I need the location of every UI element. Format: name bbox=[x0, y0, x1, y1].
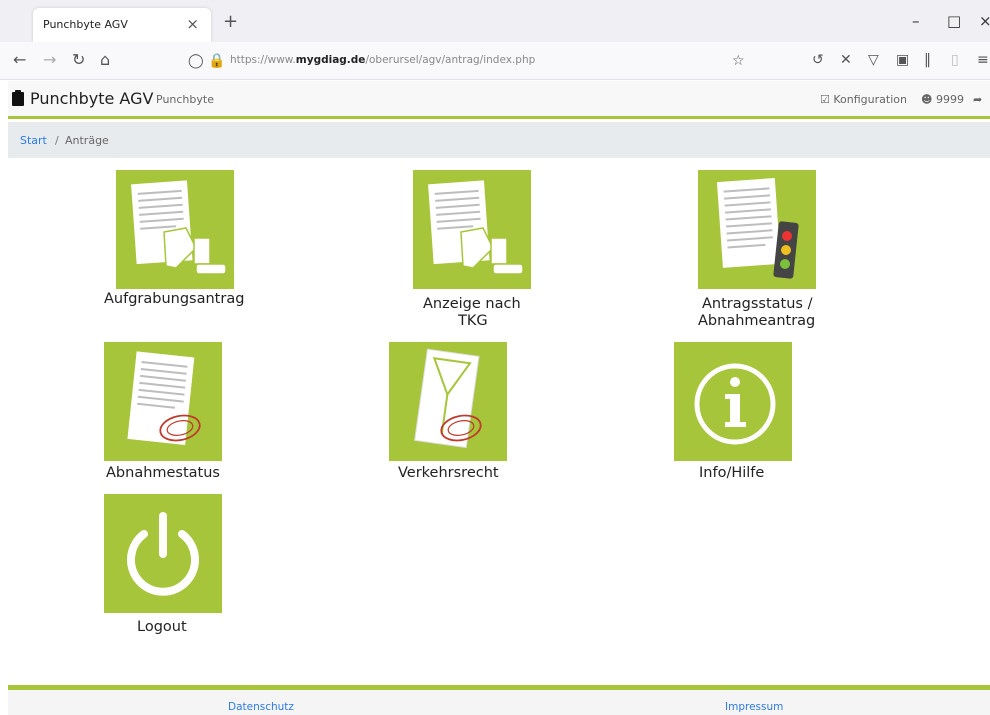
browser-tab[interactable]: Punchbyte AGV × bbox=[33, 8, 211, 42]
info-icon[interactable] bbox=[674, 342, 792, 461]
pocket-icon[interactable]: ▽ bbox=[868, 53, 879, 67]
tile-label[interactable]: Abnahmestatus bbox=[106, 465, 220, 482]
tab-title: Punchbyte AGV bbox=[43, 18, 128, 31]
browser-nav-bar: ← → ↻ ⌂ ◯ 🔒 https://www.mygdiag.de/oberu… bbox=[0, 42, 990, 80]
tile-label-line2[interactable]: Abnahmeantrag bbox=[698, 313, 815, 330]
tile-label[interactable]: Logout bbox=[137, 619, 187, 636]
breadcrumb-start[interactable]: Start bbox=[20, 134, 47, 147]
sidebar-icon[interactable]: ▯ bbox=[951, 53, 959, 67]
close-window-icon[interactable]: × bbox=[979, 12, 990, 30]
browser-tab-bar: Punchbyte AGV × + – □ × bbox=[0, 0, 990, 42]
home-icon[interactable]: ⌂ bbox=[100, 52, 110, 68]
new-tab-icon[interactable]: + bbox=[223, 11, 238, 32]
breadcrumb-current: Anträge bbox=[65, 134, 109, 147]
document-traffic-light-icon[interactable] bbox=[698, 170, 816, 289]
minimize-icon[interactable]: – bbox=[912, 12, 920, 30]
brand-title[interactable]: Punchbyte AGV bbox=[30, 89, 153, 108]
privacy-link[interactable]: Datenschutz bbox=[228, 701, 294, 713]
lock-icon[interactable]: 🔒 bbox=[208, 53, 225, 69]
document-stamp-icon[interactable] bbox=[104, 342, 222, 461]
user-menu[interactable]: ☻ 9999 bbox=[921, 93, 964, 106]
folder-icon[interactable]: ▣ bbox=[896, 53, 909, 67]
shield-icon[interactable]: ◯ bbox=[188, 53, 204, 69]
configuration-link[interactable]: ☑ Konfiguration bbox=[820, 93, 907, 106]
power-icon[interactable] bbox=[104, 494, 222, 613]
reload-icon[interactable]: ↻ bbox=[72, 52, 85, 68]
url-text[interactable]: https://www.mygdiag.de/oberursel/agv/ant… bbox=[230, 54, 535, 66]
tile-label-line2[interactable]: TKG bbox=[458, 313, 488, 330]
user-icon: ☻ bbox=[921, 93, 933, 106]
checkbox-icon: ☑ bbox=[820, 93, 830, 106]
tile-label[interactable]: Info/Hilfe bbox=[699, 465, 764, 482]
document-excavator-icon[interactable] bbox=[413, 170, 531, 289]
document-excavator-icon[interactable] bbox=[116, 170, 234, 289]
tile-label-line1[interactable]: Antragsstatus / bbox=[702, 296, 812, 313]
footer: Datenschutz Impressum bbox=[8, 690, 990, 715]
tab-close-icon[interactable]: × bbox=[186, 15, 199, 33]
menu-icon[interactable]: ≡ bbox=[977, 53, 989, 67]
imprint-link[interactable]: Impressum bbox=[725, 701, 783, 713]
app-header: Punchbyte AGV Punchbyte ☑ Konfiguration … bbox=[8, 81, 990, 119]
tile-label[interactable]: Aufgrabungsantrag bbox=[104, 291, 244, 308]
tile-label-line1[interactable]: Anzeige nach bbox=[423, 296, 521, 313]
breadcrumb-separator: / bbox=[55, 134, 59, 147]
bookmark-star-icon[interactable]: ☆ bbox=[732, 53, 745, 69]
library-icon[interactable]: ‖ bbox=[924, 53, 931, 67]
url-bar[interactable]: ◯ 🔒 https://www.mygdiag.de/oberursel/agv… bbox=[160, 47, 760, 75]
back-icon[interactable]: ← bbox=[13, 52, 26, 68]
forward-icon[interactable]: → bbox=[43, 52, 56, 68]
history-icon[interactable]: ↺ bbox=[812, 53, 824, 67]
tools-icon[interactable]: ✕ bbox=[840, 53, 852, 67]
breadcrumb: Start / Anträge bbox=[8, 122, 990, 158]
logout-header-icon[interactable]: ➦ bbox=[973, 93, 982, 106]
clipboard-icon bbox=[12, 90, 24, 106]
maximize-icon[interactable]: □ bbox=[947, 12, 961, 30]
sign-stamp-icon[interactable] bbox=[389, 342, 507, 461]
tile-label[interactable]: Verkehrsrecht bbox=[398, 465, 499, 482]
brand-subtitle: Punchbyte bbox=[156, 93, 214, 106]
